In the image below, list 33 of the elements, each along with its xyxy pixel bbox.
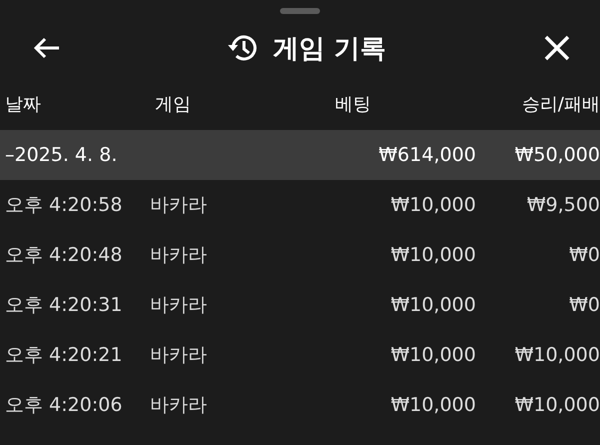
column-header: 베팅 <box>334 93 371 116</box>
bet-cell: ₩10,000 <box>390 294 476 316</box>
drag-handle[interactable] <box>280 8 320 14</box>
result-cell: ₩9,500 <box>526 194 600 216</box>
close-icon[interactable] <box>544 35 570 61</box>
time-cell-text: 오후 4:20:31 <box>4 293 122 318</box>
result-cell: ₩10,000 <box>514 344 600 366</box>
game-cell-text: 바카라 <box>149 293 207 318</box>
group-result-total: ₩50,000 <box>514 144 600 166</box>
bet-cell: ₩10,000 <box>390 394 476 416</box>
result-cell: ₩0 <box>569 244 600 266</box>
bet-cell: ₩10,000 <box>390 244 476 266</box>
time-cell-text: 오후 4:20:48 <box>4 243 122 268</box>
time-cell-text: 오후 4:20:21 <box>4 343 122 368</box>
game-cell-text: 바카라 <box>149 193 207 218</box>
column-header: 날짜 <box>4 93 41 116</box>
game-cell-text: 바카라 <box>149 393 207 418</box>
date-group-row[interactable]: –2025. 4. 8. ₩614,000 ₩50,000 <box>0 130 600 180</box>
time-cell-text: 오후 4:20:06 <box>4 393 122 418</box>
time-cell-text: 오후 4:20:58 <box>4 193 122 218</box>
game-cell-text: 바카라 <box>149 343 207 368</box>
group-date: –2025. 4. 8. <box>4 144 118 166</box>
back-arrow-icon[interactable] <box>33 36 61 60</box>
column-header: 게임 <box>154 93 191 116</box>
bet-cell: ₩10,000 <box>390 344 476 366</box>
group-bet-total: ₩614,000 <box>378 144 476 166</box>
window-title: 게임 기록 <box>272 32 386 66</box>
column-header: 승리/패배 <box>522 93 600 116</box>
history-icon <box>226 33 259 63</box>
game-cell-text: 바카라 <box>149 243 207 268</box>
bet-cell: ₩10,000 <box>390 194 476 216</box>
result-cell: ₩0 <box>569 294 600 316</box>
result-cell: ₩10,000 <box>514 394 600 416</box>
